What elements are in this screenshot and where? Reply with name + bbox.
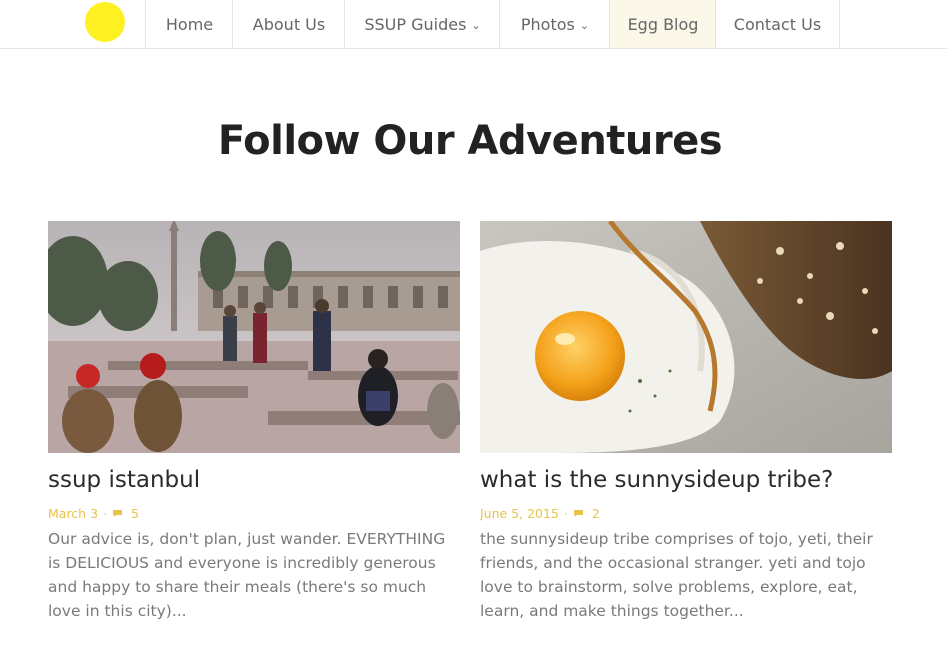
nav-item-egg-blog[interactable]: Egg Blog bbox=[609, 0, 716, 48]
meta-separator: · bbox=[103, 506, 108, 521]
post-image-istanbul[interactable] bbox=[48, 221, 460, 453]
post-title[interactable]: what is the sunnysideup tribe? bbox=[480, 467, 833, 493]
chevron-down-icon: ⌄ bbox=[579, 18, 590, 32]
post-meta: June 5, 2015 · 2 bbox=[480, 506, 600, 521]
post-date[interactable]: June 5, 2015 bbox=[480, 506, 559, 521]
nav-item-label: About Us bbox=[252, 14, 326, 34]
nav-item-photos[interactable]: Photos ⌄ bbox=[499, 0, 610, 48]
comment-icon bbox=[573, 510, 583, 517]
nav-item-label: Photos bbox=[520, 14, 575, 34]
meta-separator: · bbox=[563, 506, 568, 521]
nav-item-label: Contact Us bbox=[733, 14, 822, 34]
chevron-down-icon: ⌄ bbox=[471, 18, 481, 32]
nav-item-about-us[interactable]: About Us bbox=[232, 0, 345, 48]
site-logo[interactable] bbox=[85, 2, 125, 42]
blog-post-card: what is the sunnysideup tribe? June 5, 2… bbox=[480, 221, 892, 620]
nav-item-label: Home bbox=[165, 14, 214, 34]
page-title: Follow Our Adventures bbox=[217, 118, 723, 164]
top-navbar: Home About Us SSUP Guides ⌄ Photos ⌄ Egg B… bbox=[0, 0, 947, 49]
post-date[interactable]: March 3 bbox=[48, 506, 98, 521]
nav-item-label: SSUP Guides bbox=[364, 14, 467, 34]
comment-icon bbox=[113, 510, 123, 517]
post-excerpt: the sunnysideup tribe comprises of tojo,… bbox=[480, 530, 873, 620]
nav-item-label: Egg Blog bbox=[627, 14, 699, 34]
post-title[interactable]: ssup istanbul bbox=[48, 467, 200, 493]
comment-count[interactable]: 5 bbox=[131, 506, 139, 521]
nav-item-ssup-guides[interactable]: SSUP Guides ⌄ bbox=[344, 0, 500, 48]
post-meta: March 3 · 5 bbox=[48, 506, 139, 521]
nav-item-home[interactable]: Home bbox=[145, 0, 233, 48]
post-excerpt: Our advice is, don't plan, just wander. … bbox=[48, 530, 446, 620]
post-image-fried-egg[interactable] bbox=[480, 221, 892, 453]
blog-post-card: ssup istanbul March 3 · 5 Our advice is,… bbox=[48, 221, 460, 620]
nav-item-contact-us[interactable]: Contact Us bbox=[715, 0, 840, 48]
comment-count[interactable]: 2 bbox=[592, 506, 600, 521]
